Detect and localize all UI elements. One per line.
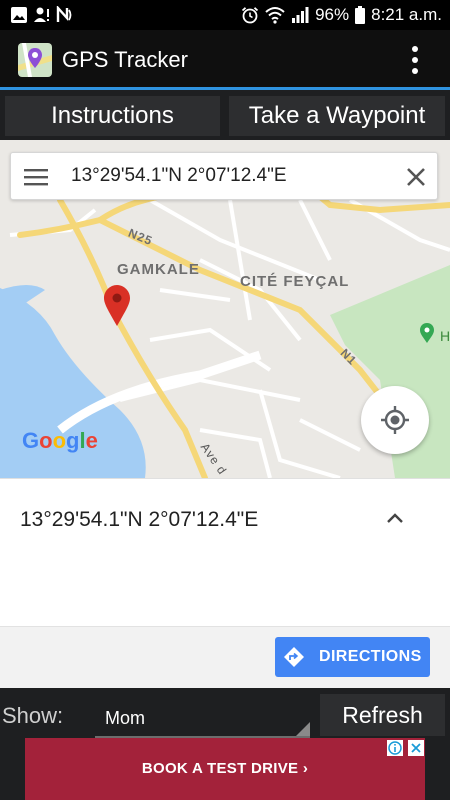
signal-icon: [292, 7, 309, 23]
close-icon[interactable]: [403, 164, 429, 190]
clock: 8:21 a.m.: [371, 5, 442, 24]
overflow-menu-icon[interactable]: [405, 43, 425, 77]
google-logo: Google: [22, 428, 98, 453]
ad-text[interactable]: BOOK A TEST DRIVE ›: [25, 760, 425, 777]
refresh-button[interactable]: Refresh: [320, 694, 445, 736]
show-label: Show:: [2, 703, 64, 728]
map-label-poi: H: [440, 328, 450, 344]
ad-banner[interactable]: BOOK A TEST DRIVE ›: [25, 738, 425, 800]
search-box[interactable]: 13°29'54.1"N 2°07'12.4"E: [10, 152, 438, 200]
crosshair-icon: [381, 406, 409, 434]
dropdown-corner-icon: [296, 722, 310, 736]
battery-icon: [355, 6, 366, 24]
wifi-icon: [265, 7, 285, 24]
map-label-gamkale: GAMKALE: [117, 261, 200, 278]
directions-button[interactable]: DIRECTIONS: [275, 637, 430, 677]
battery-percent: 96%: [315, 5, 350, 24]
nfc-icon: [56, 6, 72, 22]
my-location-button[interactable]: [361, 386, 429, 454]
alarm-icon: [241, 7, 259, 24]
directions-label: DIRECTIONS: [319, 648, 422, 665]
map-label-cite-feycal: CITÉ FEYÇAL: [240, 273, 350, 290]
show-select-value: Mom: [105, 708, 145, 728]
app-title: GPS Tracker: [62, 47, 188, 72]
status-right: 96% 8:21 a.m.: [241, 0, 442, 30]
directions-icon: [284, 647, 304, 667]
take-waypoint-button[interactable]: Take a Waypoint: [229, 96, 445, 136]
info-icon[interactable]: [387, 740, 403, 756]
place-coordinates: 13°29'54.1"N 2°07'12.4"E: [20, 508, 259, 531]
account-alert-icon: [34, 7, 49, 22]
image-icon: [11, 7, 27, 23]
place-sheet[interactable]: 13°29'54.1"N 2°07'12.4"E: [0, 478, 450, 626]
instructions-button[interactable]: Instructions: [5, 96, 220, 136]
ad-close-icon[interactable]: [408, 740, 424, 756]
status-bar: 96% 8:21 a.m.: [0, 0, 450, 30]
show-select[interactable]: Mom: [95, 694, 310, 738]
map-pin-app-icon: [18, 43, 52, 77]
search-input[interactable]: 13°29'54.1"N 2°07'12.4"E: [71, 165, 287, 187]
hamburger-menu-icon[interactable]: [23, 166, 49, 188]
chevron-up-icon[interactable]: [384, 509, 406, 527]
map-view[interactable]: GAMKALE CITÉ FEYÇAL N25 N1 Ave d H Googl…: [0, 140, 450, 478]
